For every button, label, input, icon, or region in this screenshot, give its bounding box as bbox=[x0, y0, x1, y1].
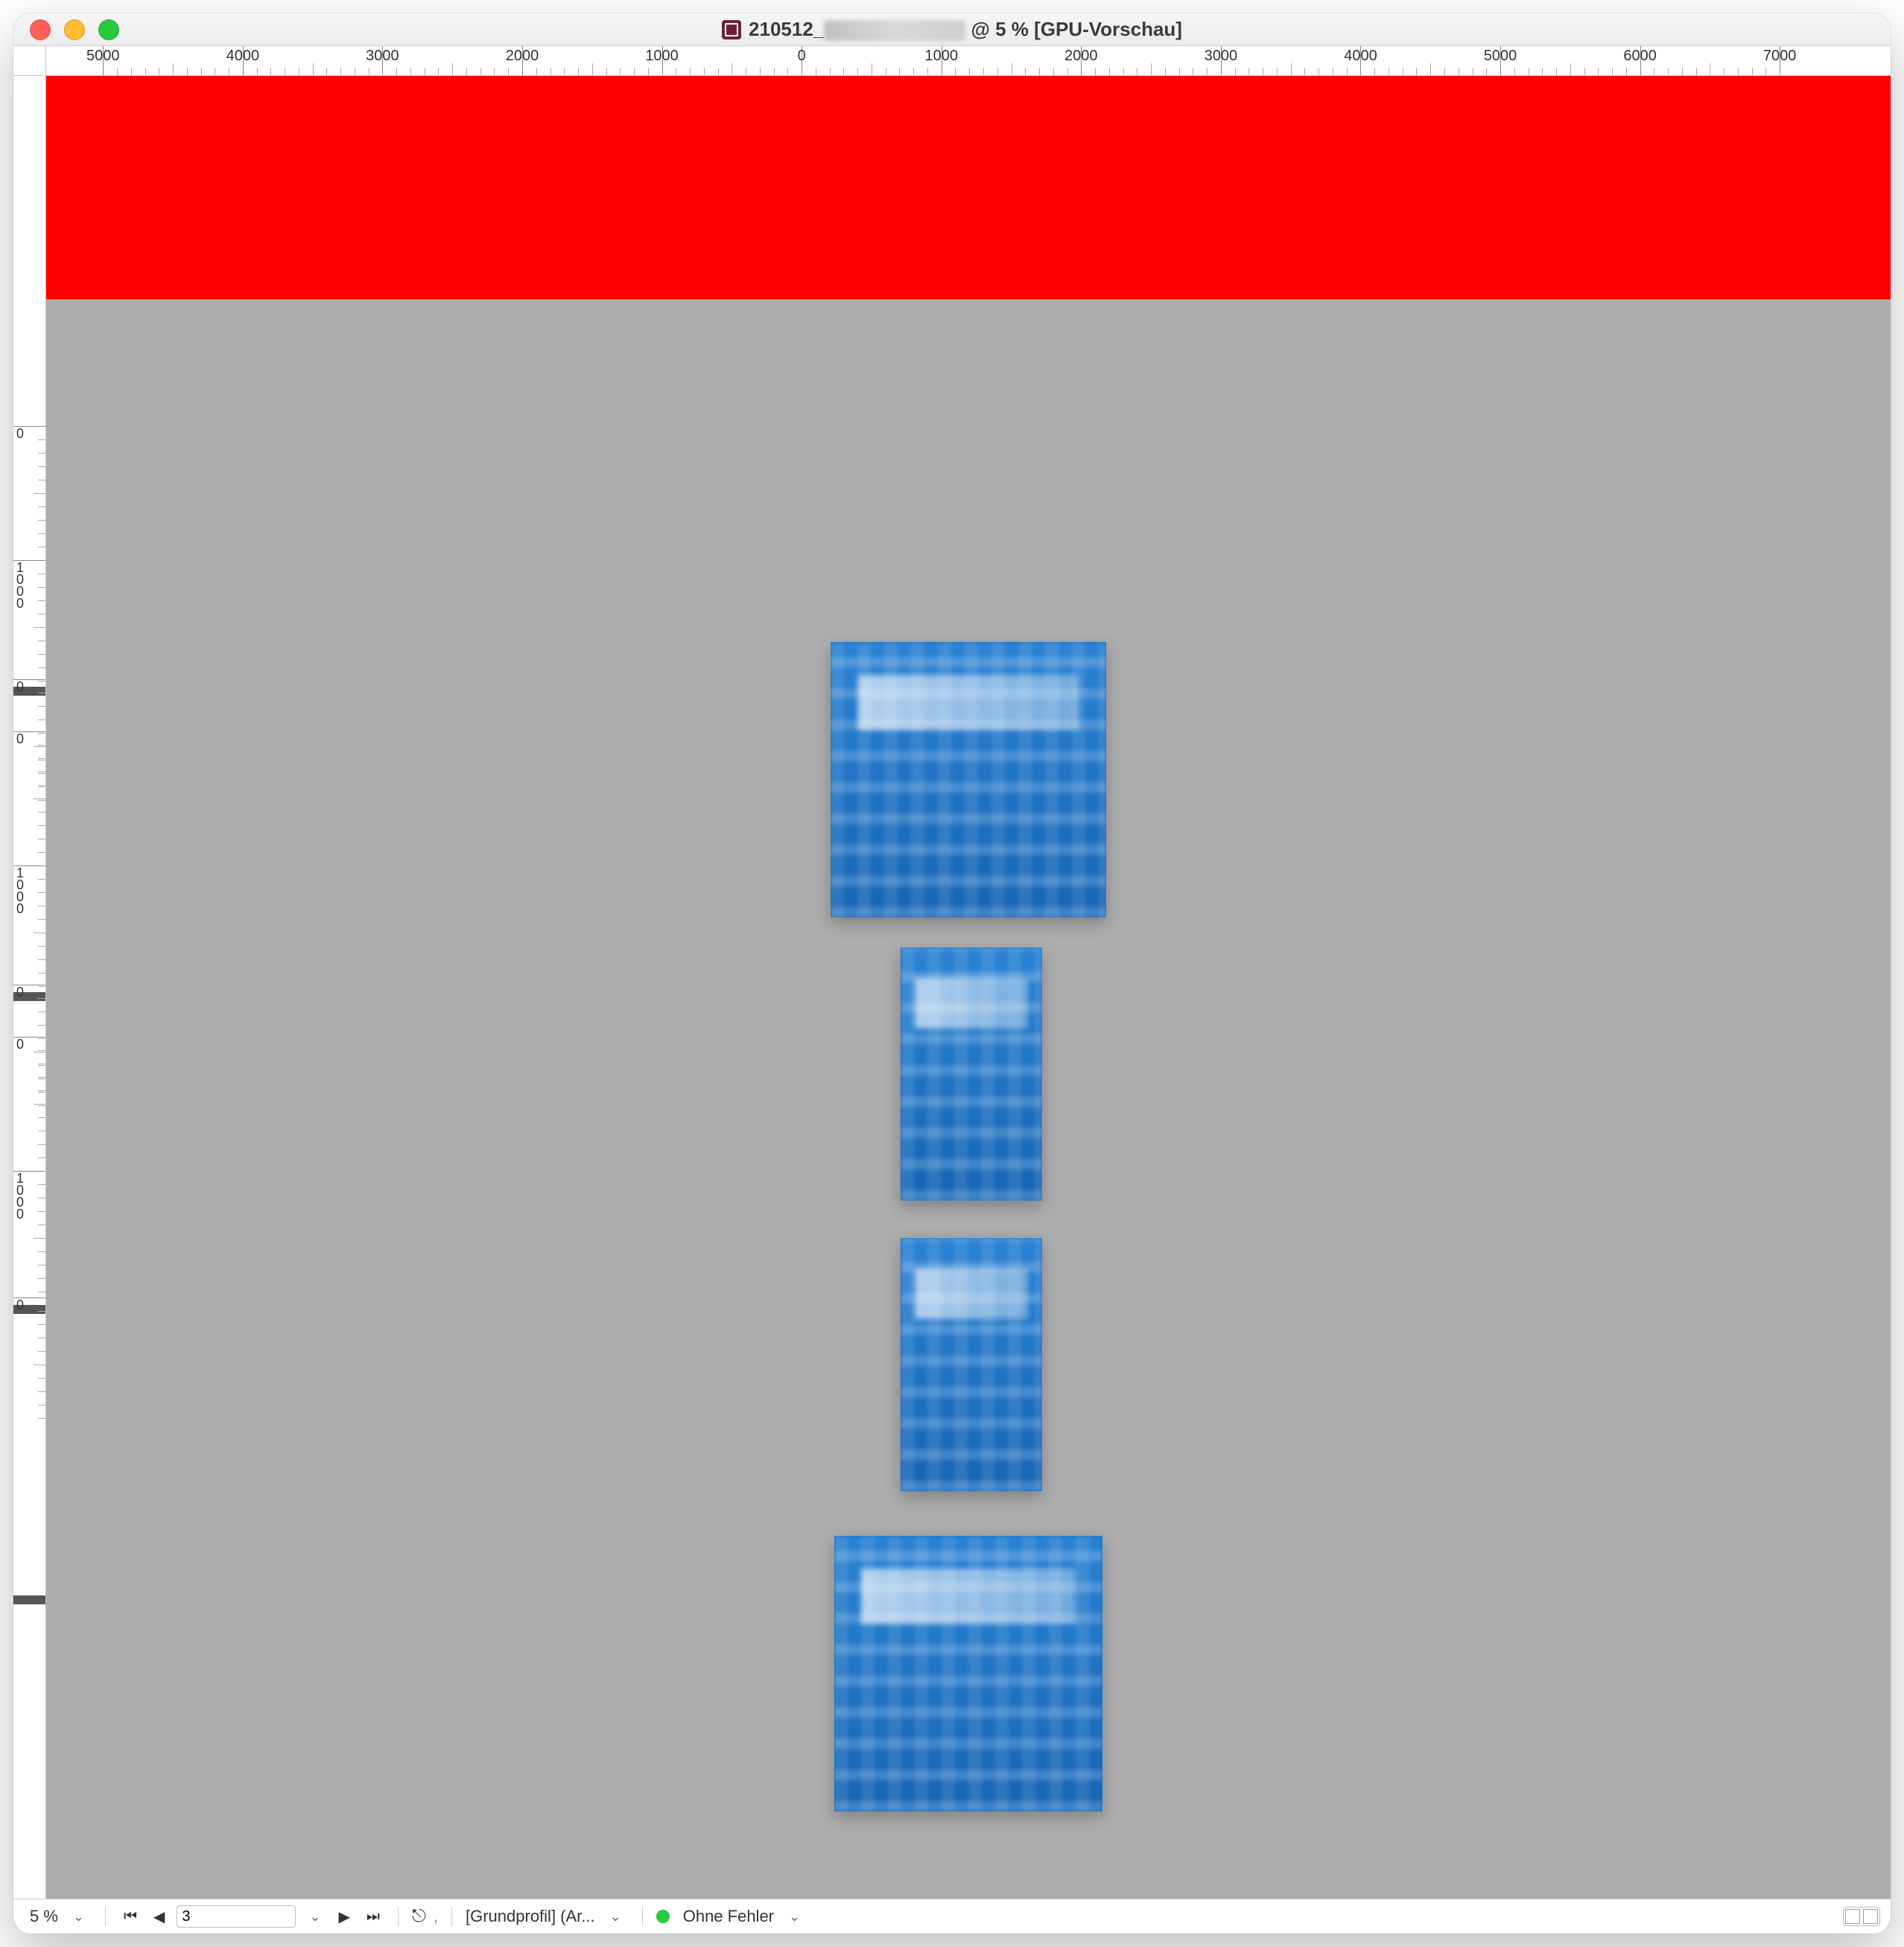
zoom-button-icon[interactable] bbox=[98, 19, 119, 40]
ruler-tick-label: 0 bbox=[16, 986, 24, 998]
open-dialog-icon[interactable]: ⎋ bbox=[412, 1908, 426, 1925]
title-prefix: 210512_ bbox=[749, 18, 824, 40]
ruler-tick-label: 1000 bbox=[16, 867, 24, 915]
preflight-errors-label[interactable]: Ohne Fehler bbox=[683, 1907, 774, 1926]
ruler-tick-label: 2000 bbox=[506, 48, 539, 65]
ruler-tick-label: 1000 bbox=[16, 1172, 24, 1220]
zoom-dropdown-chevron-icon[interactable]: ⌄ bbox=[66, 1909, 92, 1925]
status-bar: 5 % ⌄ ⏮ ◀ ⌄ ▶ ⏭ ⎋ , [Grundprofil] (Ar...… bbox=[13, 1899, 1891, 1934]
ruler-tick-label: 3000 bbox=[366, 48, 399, 65]
page-thumbnail-2[interactable] bbox=[901, 947, 1042, 1201]
ruler-tick-label: 5000 bbox=[86, 48, 120, 65]
ruler-tick-label: 1000 bbox=[645, 48, 679, 65]
close-button-icon[interactable] bbox=[30, 19, 51, 40]
titlebar: 210512_ @ 5 % [GPU-Vorschau] bbox=[13, 13, 1891, 46]
title-redacted bbox=[824, 20, 965, 41]
ruler-tick-label: 5000 bbox=[1484, 48, 1517, 65]
window: 210512_ @ 5 % [GPU-Vorschau] 5000 4000 300… bbox=[13, 13, 1891, 1934]
window-title: 210512_ @ 5 % [GPU-Vorschau] bbox=[13, 18, 1891, 41]
horizontal-ruler[interactable]: 5000 4000 3000 2000 1000 0 1000 2000 3000 4000 500… bbox=[46, 46, 1891, 75]
ruler-tick-label: 4000 bbox=[1344, 48, 1377, 65]
ruler-tick-label: 2000 bbox=[1064, 48, 1098, 65]
ruler-tick-label: 1000 bbox=[16, 562, 24, 609]
indesign-app-icon bbox=[722, 20, 741, 39]
ruler-row: 5000 4000 3000 2000 1000 0 1000 2000 3000 4000 500… bbox=[13, 46, 1891, 76]
ruler-tick-label: 1000 bbox=[924, 48, 958, 65]
work-area: 0 1000 0 0 1000 0 0 1000 0 bbox=[13, 76, 1891, 1899]
page-dropdown-chevron-icon[interactable]: ⌄ bbox=[303, 1909, 326, 1925]
ruler-tick-label: 3000 bbox=[1205, 48, 1238, 65]
divider bbox=[451, 1907, 452, 1926]
vertical-ruler[interactable]: 0 1000 0 0 1000 0 0 1000 0 bbox=[13, 76, 46, 1899]
ruler-origin-corner[interactable] bbox=[13, 46, 46, 75]
zoom-level[interactable]: 5 % bbox=[30, 1907, 58, 1926]
red-overflow-band bbox=[46, 76, 1891, 299]
ruler-tick-label: 0 bbox=[16, 1299, 24, 1311]
title-suffix: @ 5 % [GPU-Vorschau] bbox=[965, 18, 1182, 40]
ruler-tick-label: 4000 bbox=[226, 48, 260, 65]
traffic-lights bbox=[13, 19, 119, 40]
ruler-tick-label: 0 bbox=[16, 1038, 24, 1050]
document-canvas[interactable] bbox=[46, 76, 1891, 1899]
page-thumbnail-4[interactable] bbox=[834, 1536, 1102, 1811]
screen-mode-split-icon[interactable] bbox=[1843, 1907, 1880, 1926]
divider bbox=[642, 1907, 643, 1926]
preflight-status-ok-icon bbox=[656, 1910, 670, 1923]
ruler-tick-label: 7000 bbox=[1763, 48, 1797, 65]
page-number-input[interactable] bbox=[177, 1905, 296, 1928]
preflight-profile-chevron-icon[interactable]: ⌄ bbox=[603, 1909, 629, 1925]
ruler-tick-label: 0 bbox=[16, 681, 24, 693]
divider bbox=[105, 1907, 106, 1926]
preflight-errors-chevron-icon[interactable]: ⌄ bbox=[781, 1909, 807, 1925]
page-thumbnail-1[interactable] bbox=[831, 642, 1106, 918]
last-page-button[interactable]: ⏭ bbox=[362, 1905, 384, 1928]
ruler-tick-label: 0 bbox=[16, 428, 24, 439]
next-page-button[interactable]: ▶ bbox=[334, 1905, 355, 1929]
minimize-button-icon[interactable] bbox=[64, 19, 85, 40]
spread-break bbox=[13, 1595, 45, 1604]
preflight-profile-label[interactable]: [Grundprofil] (Ar... bbox=[466, 1907, 595, 1926]
ruler-tick-label: 0 bbox=[16, 733, 24, 745]
first-page-button[interactable]: ⏮ bbox=[119, 1905, 142, 1928]
previous-page-button[interactable]: ◀ bbox=[149, 1905, 169, 1929]
ruler-tick-label: 6000 bbox=[1623, 48, 1657, 65]
divider bbox=[398, 1907, 399, 1926]
page-thumbnail-3[interactable] bbox=[901, 1238, 1042, 1491]
ruler-tick-label: 0 bbox=[798, 48, 806, 65]
